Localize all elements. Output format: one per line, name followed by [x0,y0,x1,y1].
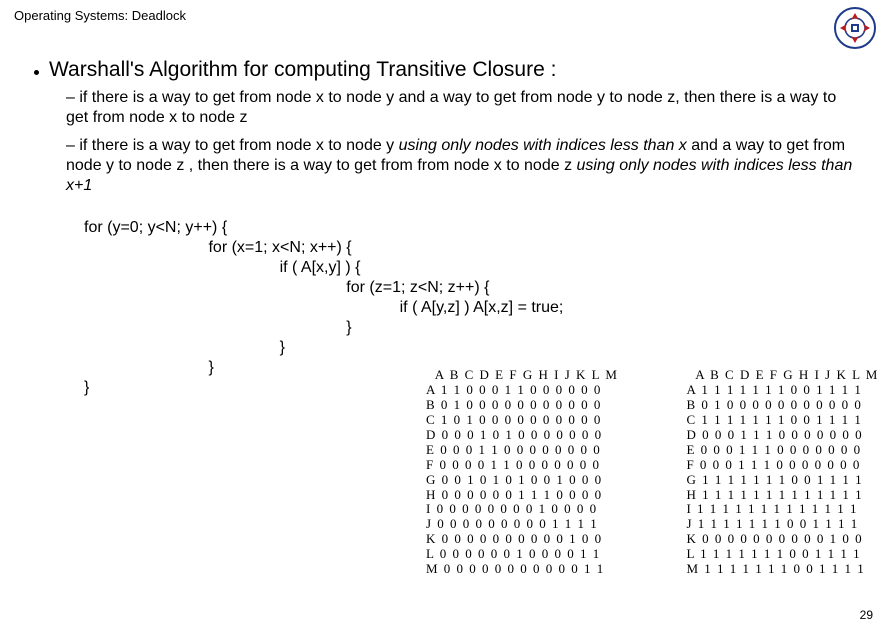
code-l6: } [84,319,352,336]
code-l9: } [84,379,89,396]
sub2-part-b: using only nodes with indices less than … [399,137,687,154]
main-bullet-text: Warshall's Algorithm for computing Trans… [49,58,556,82]
code-l8: } [84,359,214,376]
matrices-container: A B C D E F G H I J K L M A 1 1 0 0 0 1 … [426,368,879,577]
sub-bullet-1: – if there is a way to get from node x t… [66,88,857,128]
bullet-icon [34,70,39,75]
matrix-before: A B C D E F G H I J K L M A 1 1 0 0 0 1 … [426,368,618,577]
sub2-part-a: – if there is a way to get from node x t… [66,137,399,154]
code-l3: if ( A[x,y] ) { [84,259,361,276]
sub-bullet-2: – if there is a way to get from node x t… [66,136,857,196]
header-title: Operating Systems: Deadlock [14,8,186,23]
main-bullet: Warshall's Algorithm for computing Trans… [34,58,857,82]
code-l1: for (y=0; y<N; y++) { [84,219,227,236]
page-number: 29 [860,608,873,622]
code-l5: if ( A[y,z] ) A[x,z] = true; [84,299,563,316]
code-l7: } [84,339,285,356]
university-crest-icon [833,6,877,50]
sub-bullet-1-text: – if there is a way to get from node x t… [66,89,836,126]
code-l2: for (x=1; x<N; x++) { [84,239,352,256]
code-l4: for (z=1; z<N; z++) { [84,279,489,296]
matrix-after: A B C D E F G H I J K L M A 1 1 1 1 1 1 … [686,368,878,577]
